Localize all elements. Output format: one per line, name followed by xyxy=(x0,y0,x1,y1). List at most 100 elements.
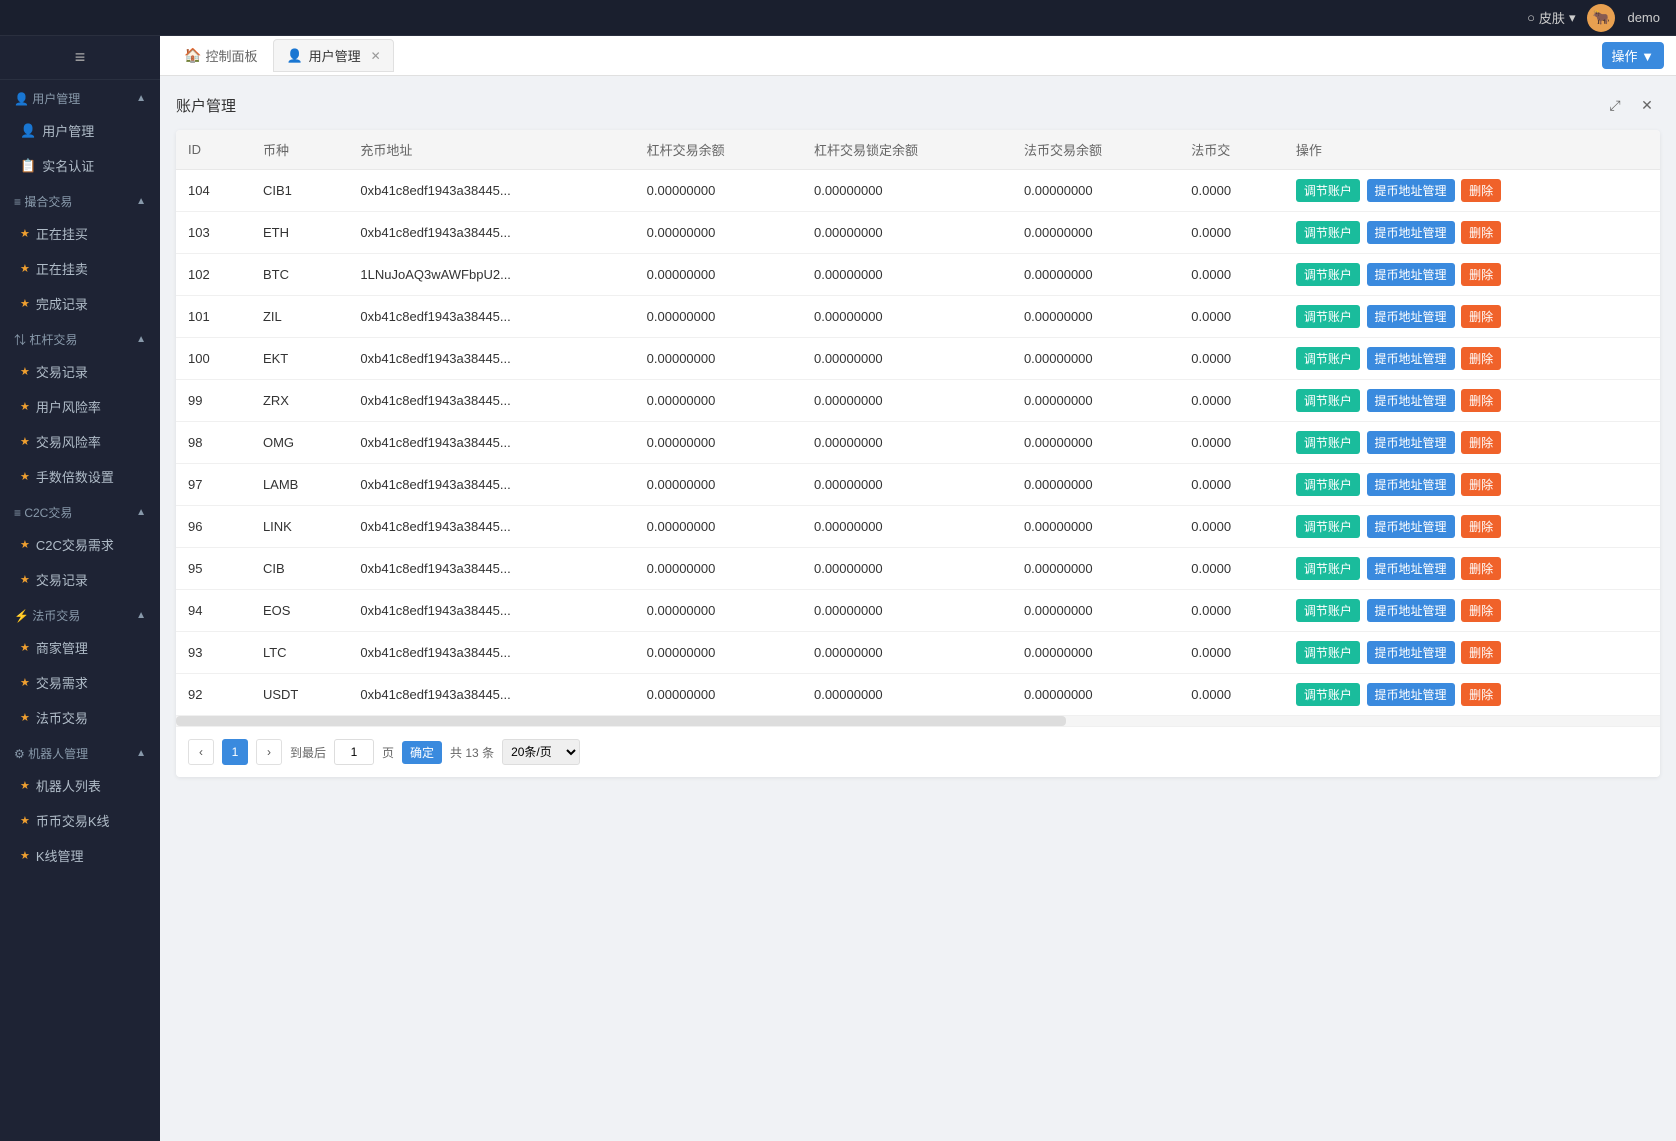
sidebar-item-multiplier[interactable]: ★ 手数倍数设置 xyxy=(0,459,160,494)
manage-address-button[interactable]: 提币地址管理 xyxy=(1367,347,1455,370)
sidebar-group-match[interactable]: ≡ 撮合交易 ▲ xyxy=(0,183,160,216)
delete-button[interactable]: 删除 xyxy=(1461,389,1501,412)
adjust-account-button[interactable]: 调节账户 xyxy=(1296,473,1360,496)
delete-button[interactable]: 删除 xyxy=(1461,557,1501,580)
sidebar-group-user-management[interactable]: 👤 用户管理 ▲ xyxy=(0,80,160,113)
sidebar-item-real-name[interactable]: 📋 实名认证 xyxy=(0,148,160,183)
adjust-account-button[interactable]: 调节账户 xyxy=(1296,431,1360,454)
manage-address-button[interactable]: 提币地址管理 xyxy=(1367,179,1455,202)
manage-address-button[interactable]: 提币地址管理 xyxy=(1367,599,1455,622)
sidebar-item-user-management[interactable]: 👤 用户管理 xyxy=(0,113,160,148)
user-tab-icon: 👤 xyxy=(286,48,302,64)
manage-address-button[interactable]: 提币地址管理 xyxy=(1367,221,1455,244)
delete-button[interactable]: 删除 xyxy=(1461,347,1501,370)
manage-address-button[interactable]: 提币地址管理 xyxy=(1367,641,1455,664)
sidebar-item-completed[interactable]: ★ 完成记录 xyxy=(0,286,160,321)
sidebar-group-fiat[interactable]: ⚡ 法币交易 ▲ xyxy=(0,597,160,630)
tab-close-button[interactable]: ✕ xyxy=(371,49,381,63)
cell-fiat-other: 0.0000 xyxy=(1179,632,1284,674)
star-icon7: ★ xyxy=(20,470,30,483)
sidebar-item-c2c-demand[interactable]: ★ C2C交易需求 xyxy=(0,527,160,562)
delete-button[interactable]: 删除 xyxy=(1461,263,1501,286)
sidebar-group-c2c[interactable]: ≡ C2C交易 ▲ xyxy=(0,494,160,527)
sidebar-item-fiat-trade[interactable]: ★ 法币交易 xyxy=(0,700,160,735)
adjust-account-button[interactable]: 调节账户 xyxy=(1296,263,1360,286)
skin-button[interactable]: ○ 皮肤 ▾ xyxy=(1527,8,1575,27)
delete-button[interactable]: 删除 xyxy=(1461,221,1501,244)
star-icon4: ★ xyxy=(20,365,30,378)
tab-user-management[interactable]: 👤 用户管理 ✕ xyxy=(273,39,393,72)
arrow-icon5: ▲ xyxy=(136,610,146,621)
manage-address-button[interactable]: 提币地址管理 xyxy=(1367,473,1455,496)
table-scrollbar[interactable] xyxy=(176,716,1660,726)
table-row: 103 ETH 0xb41c8edf1943a38445... 0.000000… xyxy=(176,212,1660,254)
delete-button[interactable]: 删除 xyxy=(1461,515,1501,538)
cell-fiat-balance: 0.00000000 xyxy=(1012,674,1179,716)
sidebar-item-robot-list[interactable]: ★ 机器人列表 xyxy=(0,768,160,803)
sidebar-item-kline-management[interactable]: ★ K线管理 xyxy=(0,838,160,873)
sidebar-item-buy-orders[interactable]: ★ 正在挂买 xyxy=(0,216,160,251)
manage-address-button[interactable]: 提币地址管理 xyxy=(1367,557,1455,580)
sidebar-item-trade-risk[interactable]: ★ 交易风险率 xyxy=(0,424,160,459)
delete-button[interactable]: 删除 xyxy=(1461,305,1501,328)
hamburger-icon[interactable]: ≡ xyxy=(75,47,86,68)
sidebar-item-sell-orders[interactable]: ★ 正在挂卖 xyxy=(0,251,160,286)
adjust-account-button[interactable]: 调节账户 xyxy=(1296,221,1360,244)
manage-address-button[interactable]: 提币地址管理 xyxy=(1367,305,1455,328)
cell-fiat-balance: 0.00000000 xyxy=(1012,632,1179,674)
sidebar-item-kline[interactable]: ★ 币币交易K线 xyxy=(0,803,160,838)
manage-address-button[interactable]: 提币地址管理 xyxy=(1367,263,1455,286)
sidebar-group-robot[interactable]: ⚙ 机器人管理 ▲ xyxy=(0,735,160,768)
manage-address-button[interactable]: 提币地址管理 xyxy=(1367,389,1455,412)
adjust-account-button[interactable]: 调节账户 xyxy=(1296,683,1360,706)
cell-actions: 调节账户 提币地址管理 删除 xyxy=(1284,674,1660,716)
tab-home[interactable]: 🏠 控制面板 xyxy=(172,40,269,71)
delete-button[interactable]: 删除 xyxy=(1461,473,1501,496)
adjust-account-button[interactable]: 调节账户 xyxy=(1296,515,1360,538)
adjust-account-button[interactable]: 调节账户 xyxy=(1296,557,1360,580)
adjust-account-button[interactable]: 调节账户 xyxy=(1296,347,1360,370)
table-row: 100 EKT 0xb41c8edf1943a38445... 0.000000… xyxy=(176,338,1660,380)
table-row: 96 LINK 0xb41c8edf1943a38445... 0.000000… xyxy=(176,506,1660,548)
cell-coin: OMG xyxy=(251,422,348,464)
delete-button[interactable]: 删除 xyxy=(1461,599,1501,622)
adjust-account-button[interactable]: 调节账户 xyxy=(1296,179,1360,202)
sidebar-item-c2c-records[interactable]: ★ 交易记录 xyxy=(0,562,160,597)
cell-fiat-balance: 0.00000000 xyxy=(1012,506,1179,548)
topbar: ○ 皮肤 ▾ 🐂 demo xyxy=(0,0,1676,36)
sidebar-group-leverage[interactable]: ⇅ 杠杆交易 ▲ xyxy=(0,321,160,354)
page-1-button[interactable]: 1 xyxy=(222,739,248,765)
delete-button[interactable]: 删除 xyxy=(1461,683,1501,706)
sidebar-item-trade-demand[interactable]: ★ 交易需求 xyxy=(0,665,160,700)
page-confirm-button[interactable]: 确定 xyxy=(402,741,442,764)
per-page-select[interactable]: 20条/页 50条/页 100条/页 xyxy=(502,739,580,765)
cell-fiat-other: 0.0000 xyxy=(1179,422,1284,464)
manage-address-button[interactable]: 提币地址管理 xyxy=(1367,683,1455,706)
cell-leverage-balance: 0.00000000 xyxy=(635,548,802,590)
adjust-account-button[interactable]: 调节账户 xyxy=(1296,641,1360,664)
cell-coin: LINK xyxy=(251,506,348,548)
adjust-account-button[interactable]: 调节账户 xyxy=(1296,599,1360,622)
next-page-button[interactable]: › xyxy=(256,739,282,765)
fullscreen-button[interactable]: ⤢ xyxy=(1602,92,1628,118)
arrow-icon6: ▲ xyxy=(136,748,146,759)
manage-address-button[interactable]: 提币地址管理 xyxy=(1367,515,1455,538)
sidebar-item-trade-records[interactable]: ★ 交易记录 xyxy=(0,354,160,389)
close-panel-button[interactable]: ✕ xyxy=(1634,92,1660,118)
cell-leverage-balance: 0.00000000 xyxy=(635,632,802,674)
leverage-icon: ⇅ 杠杆交易 xyxy=(14,331,77,348)
cell-leverage-locked: 0.00000000 xyxy=(802,380,1012,422)
delete-button[interactable]: 删除 xyxy=(1461,431,1501,454)
ops-button[interactable]: 操作 ▼ xyxy=(1602,42,1664,69)
sidebar-item-merchant[interactable]: ★ 商家管理 xyxy=(0,630,160,665)
manage-address-button[interactable]: 提币地址管理 xyxy=(1367,431,1455,454)
adjust-account-button[interactable]: 调节账户 xyxy=(1296,305,1360,328)
cell-fiat-balance: 0.00000000 xyxy=(1012,380,1179,422)
prev-page-button[interactable]: ‹ xyxy=(188,739,214,765)
sidebar-item-user-risk[interactable]: ★ 用户风险率 xyxy=(0,389,160,424)
adjust-account-button[interactable]: 调节账户 xyxy=(1296,389,1360,412)
page-number-input[interactable] xyxy=(334,739,374,765)
delete-button[interactable]: 删除 xyxy=(1461,179,1501,202)
delete-button[interactable]: 删除 xyxy=(1461,641,1501,664)
cell-actions: 调节账户 提币地址管理 删除 xyxy=(1284,338,1660,380)
